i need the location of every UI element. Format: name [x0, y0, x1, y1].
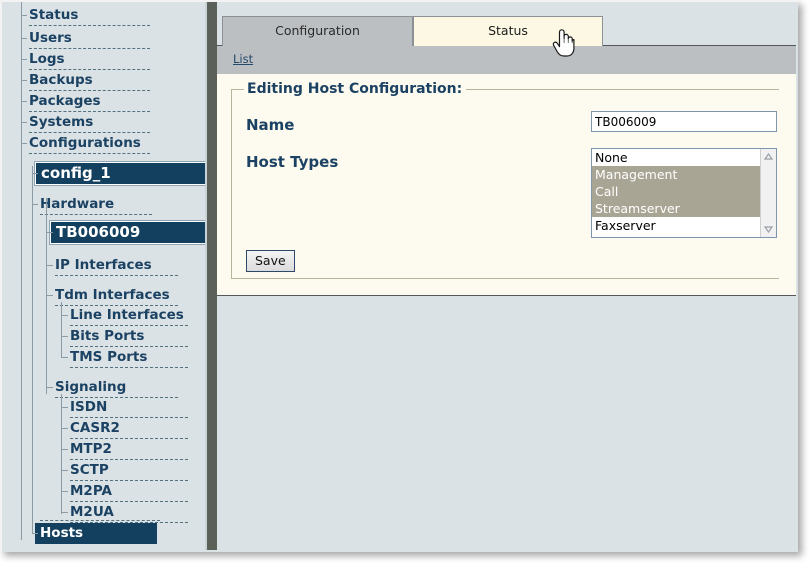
- tree-spine: [61, 302, 62, 358]
- sidebar-item-users[interactable]: Users: [29, 31, 72, 45]
- tree-connector: [61, 315, 68, 316]
- tab-configuration[interactable]: Configuration: [222, 16, 413, 46]
- sidebar-item-config-1[interactable]: config_1: [34, 161, 207, 186]
- nav-item-underline: [70, 325, 188, 326]
- vertical-divider: [207, 2, 217, 550]
- tree-connector: [61, 449, 68, 450]
- nav-item-underline: [70, 459, 188, 460]
- fieldset-legend: Editing Host Configuration:: [244, 81, 466, 97]
- host-types-listbox[interactable]: NoneManagementCallStreamserverFaxserver: [591, 148, 777, 238]
- sidebar-navigation: Status Users Logs Backups Packages Systems Con…: [2, 2, 207, 550]
- name-label: Name: [246, 116, 294, 134]
- tree-connector: [46, 265, 53, 266]
- sidebar-item-mtp2[interactable]: MTP2: [70, 442, 112, 456]
- sidebar-item-configurations[interactable]: Configurations: [29, 136, 141, 150]
- sidebar-item-isdn[interactable]: ISDN: [70, 400, 107, 414]
- sidebar-item-logs[interactable]: Logs: [29, 52, 65, 66]
- host-type-option[interactable]: Streamserver: [592, 200, 760, 217]
- pane-background-filler: [217, 297, 796, 550]
- tree-connector: [61, 512, 68, 513]
- sub-toolbar: List: [217, 46, 796, 74]
- sidebar-item-tb006009[interactable]: TB006009: [49, 220, 207, 245]
- sidebar-item-line-interfaces[interactable]: Line Interfaces: [70, 308, 184, 322]
- sidebar-item-systems[interactable]: Systems: [29, 115, 93, 129]
- nav-item-underline: [55, 275, 178, 276]
- tree-connector: [61, 357, 68, 358]
- sidebar-item-packages[interactable]: Packages: [29, 94, 101, 108]
- application-window: Status Users Logs Backups Packages Systems Con…: [0, 0, 810, 562]
- tree-spine: [21, 2, 22, 540]
- scroll-down-arrow-icon[interactable]: [761, 222, 776, 237]
- list-link[interactable]: List: [233, 52, 253, 66]
- nav-item-underline: [40, 214, 152, 215]
- main-pane: Configuration Status List Editing Host C…: [217, 2, 796, 550]
- scroll-up-arrow-icon[interactable]: [761, 149, 776, 164]
- content-panel: Editing Host Configuration: Name Host Ty…: [217, 74, 796, 296]
- tree-connector: [61, 336, 68, 337]
- nav-item-underline: [70, 346, 188, 347]
- tree-spine: [61, 394, 62, 514]
- nav-item-underline: [29, 25, 150, 26]
- editing-host-configuration-fieldset: Editing Host Configuration: Name Host Ty…: [231, 89, 779, 279]
- sidebar-item-ip-interfaces[interactable]: IP Interfaces: [55, 258, 152, 272]
- host-type-option[interactable]: Call: [592, 183, 760, 200]
- nav-item-underline: [29, 69, 150, 70]
- sidebar-item-hardware[interactable]: Hardware: [40, 197, 114, 211]
- name-input[interactable]: [591, 111, 777, 132]
- nav-item-underline: [29, 153, 150, 154]
- nav-item-underline: [55, 397, 178, 398]
- host-types-label: Host Types: [246, 153, 338, 171]
- tree-connector: [61, 407, 68, 408]
- sidebar-item-signaling[interactable]: Signaling: [55, 380, 126, 394]
- nav-item-underline: [29, 132, 150, 133]
- nav-item-underline: [70, 480, 188, 481]
- tab-strip: Configuration Status: [217, 2, 796, 46]
- nav-item-underline: [29, 111, 150, 112]
- sidebar-item-m2pa[interactable]: M2PA: [70, 484, 112, 498]
- nav-item-underline: [70, 367, 188, 368]
- tree-spine: [32, 166, 33, 534]
- listbox-scrollbar[interactable]: [760, 149, 776, 237]
- host-type-option[interactable]: None: [592, 149, 760, 166]
- sidebar-item-tms-ports[interactable]: TMS Ports: [70, 350, 147, 364]
- nav-item-underline: [70, 417, 188, 418]
- sidebar-item-hosts[interactable]: Hosts: [35, 523, 157, 544]
- host-types-option-list[interactable]: NoneManagementCallStreamserverFaxserver: [592, 149, 760, 237]
- sidebar-item-backups[interactable]: Backups: [29, 73, 93, 87]
- nav-item-underline: [55, 305, 178, 306]
- tree-connector: [61, 491, 68, 492]
- tree-spine: [46, 198, 47, 394]
- tree-connector: [46, 232, 53, 233]
- save-button[interactable]: Save: [246, 250, 295, 272]
- tree-connector: [61, 470, 68, 471]
- sidebar-item-status[interactable]: Status: [29, 8, 78, 22]
- tree-connector: [46, 295, 53, 296]
- nav-item-underline: [40, 520, 160, 521]
- host-type-option[interactable]: Management: [592, 166, 760, 183]
- sidebar-item-m2ua[interactable]: M2UA: [70, 505, 114, 519]
- sidebar-item-casr2[interactable]: CASR2: [70, 421, 120, 435]
- host-type-option[interactable]: Faxserver: [592, 217, 760, 234]
- nav-item-underline: [29, 90, 150, 91]
- nav-item-underline: [70, 438, 188, 439]
- sidebar-item-bits-ports[interactable]: Bits Ports: [70, 329, 144, 343]
- sidebar-item-tdm-interfaces[interactable]: Tdm Interfaces: [55, 288, 170, 302]
- tree-connector: [46, 387, 53, 388]
- tree-connector: [61, 428, 68, 429]
- sidebar-item-sctp[interactable]: SCTP: [70, 463, 109, 477]
- nav-item-underline: [29, 48, 150, 49]
- tab-status[interactable]: Status: [413, 16, 603, 46]
- nav-item-underline: [70, 501, 188, 502]
